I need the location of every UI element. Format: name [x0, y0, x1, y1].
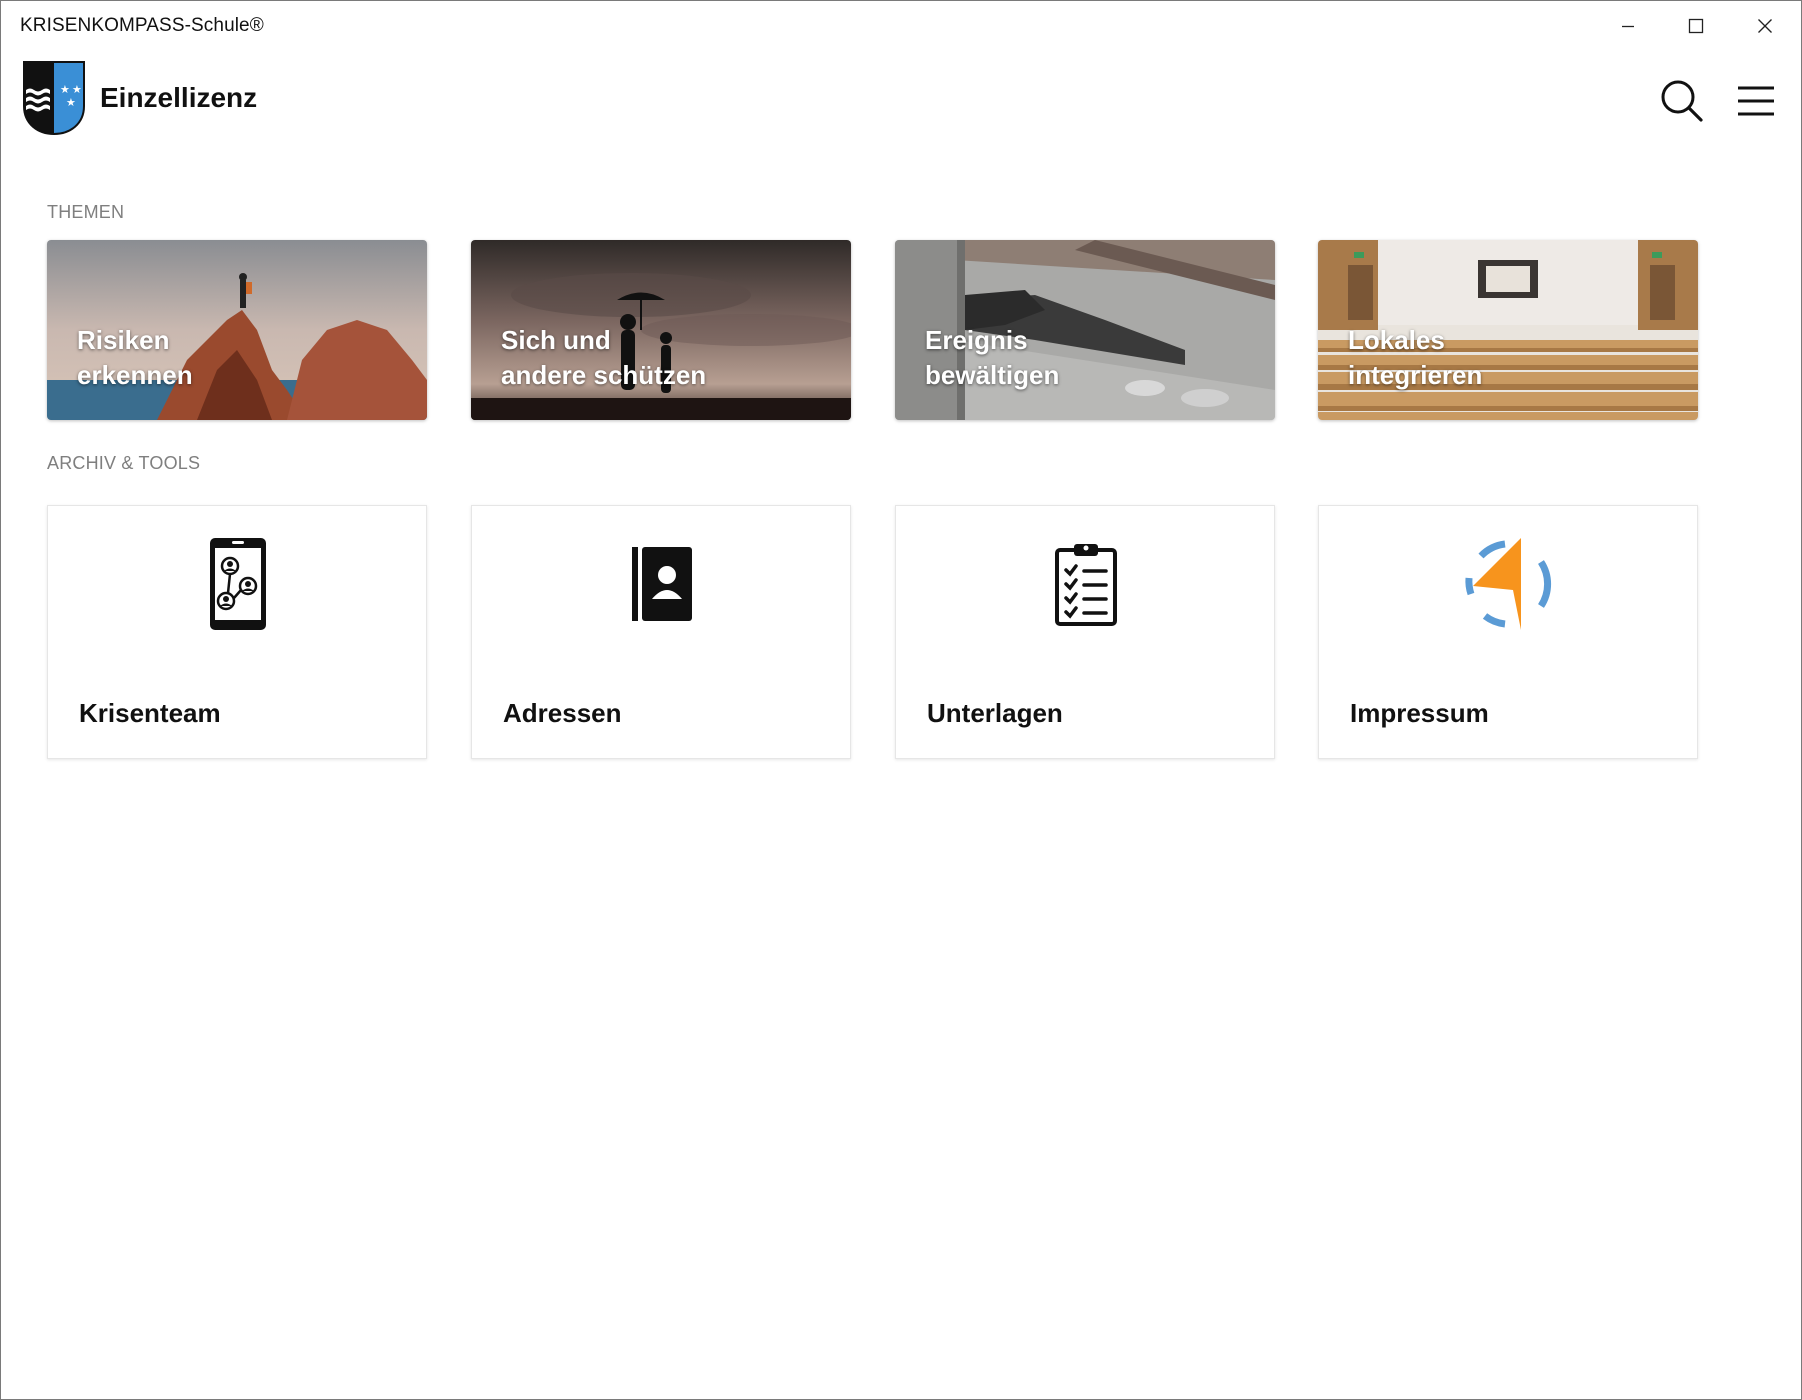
tools-section-label: ARCHIV & TOOLS	[47, 453, 201, 473]
app-header: ★ ★ ★ Einzellizenz	[1, 51, 1801, 151]
close-icon	[1758, 19, 1772, 33]
theme-caption-line1: Ereignis	[925, 325, 1028, 355]
theme-caption-line1: Sich und	[501, 325, 611, 355]
compass-arrow-icon	[1459, 534, 1559, 634]
maximize-icon	[1688, 18, 1704, 34]
tool-card-label: Impressum	[1350, 698, 1489, 728]
minimize-button[interactable]	[1594, 1, 1662, 51]
menu-icon	[1738, 86, 1774, 116]
title-bar: KRISENKOMPASS-Schule®	[1, 1, 1801, 51]
theme-caption-line2: erkennen	[77, 360, 193, 390]
theme-caption: Sich und andere schützen	[501, 323, 706, 393]
theme-caption-line2: bewältigen	[925, 360, 1060, 390]
clipboard-checklist-icon	[1036, 534, 1136, 634]
window-title: KRISENKOMPASS-Schule®	[20, 15, 264, 36]
menu-button[interactable]	[1732, 77, 1780, 125]
address-book-icon	[612, 534, 712, 634]
theme-card-ereignis-bewaeltigen[interactable]: Ereignis bewältigen	[895, 240, 1275, 420]
tool-card-label: Unterlagen	[927, 698, 1063, 728]
svg-text:★: ★	[66, 96, 76, 109]
minimize-icon	[1622, 25, 1634, 28]
tool-card-label: Krisenteam	[79, 698, 221, 728]
theme-card-sich-und-andere-schuetzen[interactable]: Sich und andere schützen	[471, 240, 851, 420]
svg-text:★: ★	[72, 83, 82, 96]
theme-caption-line2: andere schützen	[501, 360, 707, 390]
theme-card-lokales-integrieren[interactable]: Lokales integrieren	[1318, 240, 1698, 420]
team-network-phone-icon	[188, 534, 288, 634]
theme-caption-line2: integrieren	[1348, 360, 1483, 390]
app-window: KRISENKOMPASS-Schule® ★ ★ ★ Einzellizenz…	[0, 0, 1802, 1400]
tool-card-krisenteam[interactable]: Krisenteam	[47, 505, 427, 759]
tool-card-impressum[interactable]: Impressum	[1318, 505, 1698, 759]
theme-caption: Lokales integrieren	[1348, 323, 1482, 393]
license-label: Einzellizenz	[100, 82, 258, 113]
maximize-button[interactable]	[1662, 1, 1730, 51]
theme-caption-line1: Lokales	[1348, 325, 1445, 355]
tool-card-adressen[interactable]: Adressen	[471, 505, 851, 759]
theme-caption: Risiken erkennen	[77, 323, 193, 393]
search-button[interactable]	[1658, 77, 1706, 125]
canton-logo-icon[interactable]: ★ ★ ★	[22, 60, 86, 136]
theme-caption: Ereignis bewältigen	[925, 323, 1059, 393]
search-icon	[1661, 80, 1703, 122]
tool-card-unterlagen[interactable]: Unterlagen	[895, 505, 1275, 759]
tool-card-label: Adressen	[503, 698, 622, 728]
close-button[interactable]	[1731, 1, 1799, 51]
themes-section-label: THEMEN	[47, 202, 125, 222]
theme-card-risiken-erkennen[interactable]: Risiken erkennen	[47, 240, 427, 420]
svg-text:★: ★	[60, 83, 70, 96]
theme-caption-line1: Risiken	[77, 325, 170, 355]
